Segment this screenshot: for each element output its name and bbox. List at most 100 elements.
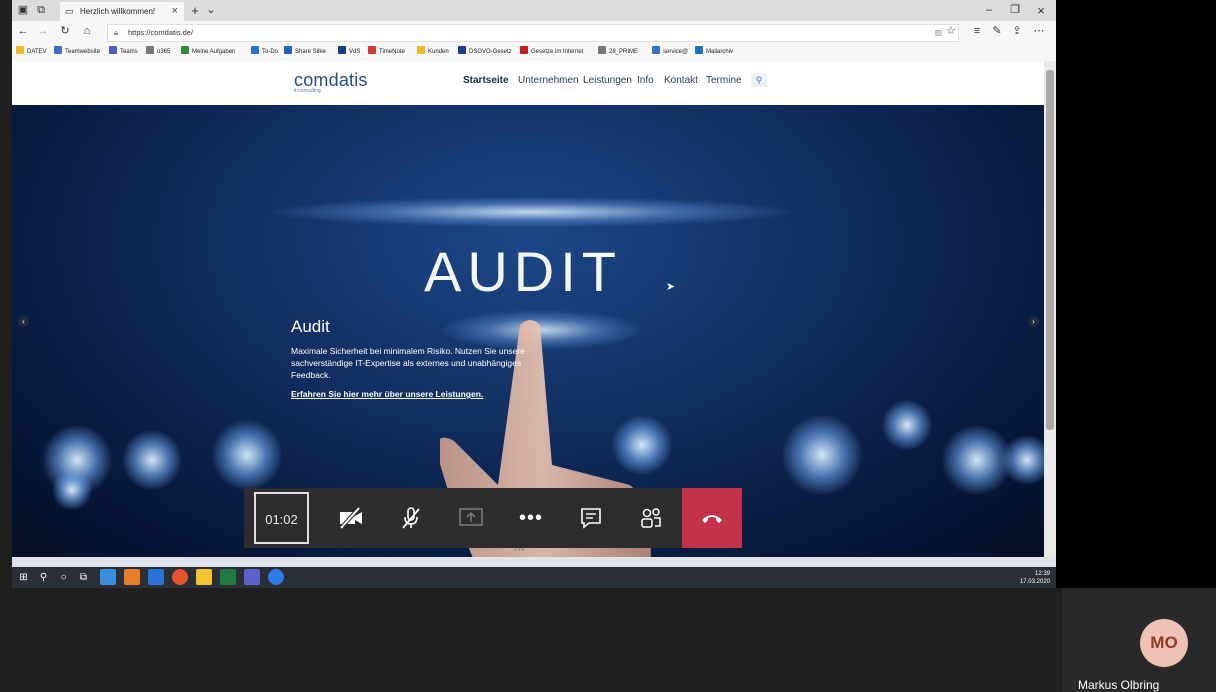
- drag-handle-icon[interactable]: ▪▪▪: [514, 545, 526, 554]
- forward-icon[interactable]: →: [36, 22, 50, 41]
- tab-title: Herzlich willkommen!: [80, 7, 156, 16]
- taskbar-firefox-icon[interactable]: [172, 569, 188, 585]
- bokeh-light: [122, 430, 182, 490]
- taskbar-teams-icon[interactable]: [244, 569, 260, 585]
- more-menu-icon[interactable]: ⋯: [1032, 22, 1046, 41]
- favorite-item[interactable]: Meine Aufgaben: [181, 46, 235, 58]
- nav-info[interactable]: Info: [637, 75, 654, 86]
- call-timer-panel: 01:02: [244, 488, 322, 548]
- favorite-item[interactable]: 28_PRIME: [598, 46, 638, 58]
- nav-startseite[interactable]: Startseite: [463, 75, 509, 86]
- nav-unternehmen[interactable]: Unternehmen: [518, 75, 579, 86]
- address-toolbar: ← → ↻ ⌂ 🔒︎ https://comdatis.de/ ▥ ☆ ≡ ✎ …: [12, 21, 1056, 43]
- share-screen-icon[interactable]: [458, 506, 484, 530]
- participant-name: Markus Olbring: [1078, 678, 1160, 692]
- window-restore-button[interactable]: ❐: [1008, 1, 1022, 20]
- favorites-bar: DATEV Teamwebsite Teams o365 Meine Aufga…: [12, 43, 1056, 62]
- clock-time: 12:39: [1034, 571, 1050, 577]
- lock-icon: 🔒︎: [114, 28, 118, 37]
- participants-icon[interactable]: [638, 506, 664, 530]
- slider-next-icon[interactable]: ›: [1028, 316, 1039, 327]
- favorite-item[interactable]: service@: [652, 46, 688, 58]
- taskbar-explorer-icon[interactable]: [196, 569, 212, 585]
- site-header: comdatis it-consulting Startseite Untern…: [12, 61, 1044, 105]
- more-actions-icon[interactable]: •••: [518, 506, 544, 530]
- chat-icon[interactable]: [578, 506, 604, 530]
- page-scrollbar-thumb[interactable]: [1046, 70, 1054, 430]
- task-view-icon[interactable]: ⧉: [76, 570, 91, 585]
- favorite-item[interactable]: Teams: [109, 46, 138, 58]
- taskbar-clock[interactable]: 12:39 17.03.2020: [1020, 570, 1050, 586]
- favorite-item[interactable]: Kunden: [417, 46, 449, 58]
- favorite-star-icon[interactable]: ☆: [944, 22, 958, 41]
- tab-actions-icon[interactable]: ▣: [16, 1, 30, 20]
- camera-off-icon[interactable]: [338, 506, 364, 530]
- tab-bar: ▣ ⧉ ▭ Herzlich willkommen! × + ⌄ – ❐ ×: [12, 0, 1056, 21]
- call-control-bar: 01:02 •••: [244, 488, 742, 548]
- page-icon: ▭: [65, 6, 74, 16]
- taskbar-edge-icon[interactable]: [268, 569, 284, 585]
- bokeh-light: [212, 420, 282, 490]
- meeting-stage-bottom: [0, 588, 1216, 692]
- participant-tile[interactable]: MO Markus Olbring: [1062, 588, 1216, 692]
- microphone-off-icon[interactable]: [398, 506, 424, 530]
- nav-kontakt[interactable]: Kontakt: [664, 75, 698, 86]
- bokeh-light: [52, 470, 92, 510]
- favorite-item[interactable]: Mailarchiv: [695, 46, 733, 58]
- slide-title: Audit: [291, 317, 330, 336]
- favorite-item[interactable]: To-Do: [251, 46, 278, 58]
- tab-list-chevron-icon[interactable]: ⌄: [204, 1, 218, 20]
- reading-view-icon[interactable]: ▥: [935, 25, 942, 41]
- mouse-cursor-icon: ➤: [666, 281, 676, 293]
- page-bottom-strip: [12, 557, 1056, 567]
- search-icon[interactable]: ⚲: [36, 570, 51, 585]
- favorite-item[interactable]: Gesetze im Internet: [520, 46, 583, 58]
- call-buttons-group: •••: [322, 488, 682, 548]
- bokeh-light: [1002, 435, 1044, 485]
- favorite-item[interactable]: o365: [146, 46, 170, 58]
- bokeh-light: [782, 415, 862, 495]
- site-search-icon[interactable]: ⚲: [751, 73, 767, 87]
- start-windows-icon[interactable]: ⊞: [16, 570, 31, 585]
- light-beam: [272, 197, 792, 227]
- taskbar-app-icon[interactable]: [100, 569, 116, 585]
- clock-date: 17.03.2020: [1019, 579, 1050, 585]
- favorite-item[interactable]: Share Silke: [284, 46, 326, 58]
- slider-prev-icon[interactable]: ‹: [18, 316, 29, 327]
- favorite-item[interactable]: TimeNote: [368, 46, 405, 58]
- taskbar-todo-icon[interactable]: [148, 569, 164, 585]
- windows-taskbar: ⊞ ⚲ ○ ⧉ 12:39 17.03.2020: [12, 567, 1056, 588]
- cortana-icon[interactable]: ○: [56, 570, 71, 585]
- hero-audit-text: AUDIT: [424, 240, 622, 303]
- nav-termine[interactable]: Termine: [706, 75, 742, 86]
- phone-hangup-icon: [699, 506, 725, 530]
- favorites-hub-icon[interactable]: ≡: [970, 22, 984, 41]
- favorite-item[interactable]: DATEV: [16, 46, 47, 58]
- window-close-button[interactable]: ×: [1034, 1, 1048, 20]
- tab-close-icon[interactable]: ×: [172, 2, 178, 21]
- favorite-item[interactable]: VdS: [338, 46, 360, 58]
- participant-avatar: MO: [1140, 619, 1188, 667]
- favorite-item[interactable]: Teamwebsite: [54, 46, 100, 58]
- nav-leistungen[interactable]: Leistungen: [583, 75, 632, 86]
- tabs-aside-icon[interactable]: ⧉: [34, 1, 48, 20]
- new-tab-button[interactable]: +: [188, 1, 202, 20]
- taskbar-excel-icon[interactable]: [220, 569, 236, 585]
- taskbar-outlook-icon[interactable]: [124, 569, 140, 585]
- address-bar[interactable]: 🔒︎ https://comdatis.de/ ▥: [107, 24, 959, 42]
- bokeh-light: [882, 400, 932, 450]
- shared-screen-margin: [1056, 0, 1216, 588]
- site-logo-subtitle: it-consulting: [294, 88, 321, 94]
- back-icon[interactable]: ←: [16, 22, 30, 41]
- refresh-icon[interactable]: ↻: [58, 22, 72, 41]
- favorite-item[interactable]: DSGVO-Gesetz: [458, 46, 512, 58]
- tab-home[interactable]: ▭ Herzlich willkommen! ×: [60, 2, 184, 21]
- hang-up-button[interactable]: [682, 488, 742, 548]
- window-minimize-button[interactable]: –: [982, 1, 996, 20]
- slide-more-link[interactable]: Erfahren Sie hier mehr über unsere Leist…: [291, 389, 483, 399]
- home-icon[interactable]: ⌂: [80, 22, 94, 41]
- pen-icon[interactable]: ✎: [990, 22, 1004, 41]
- share-icon[interactable]: ⇪: [1010, 22, 1024, 41]
- call-duration: 01:02: [254, 492, 309, 544]
- slide-description: Maximale Sicherheit bei minimalem Risiko…: [291, 346, 525, 380]
